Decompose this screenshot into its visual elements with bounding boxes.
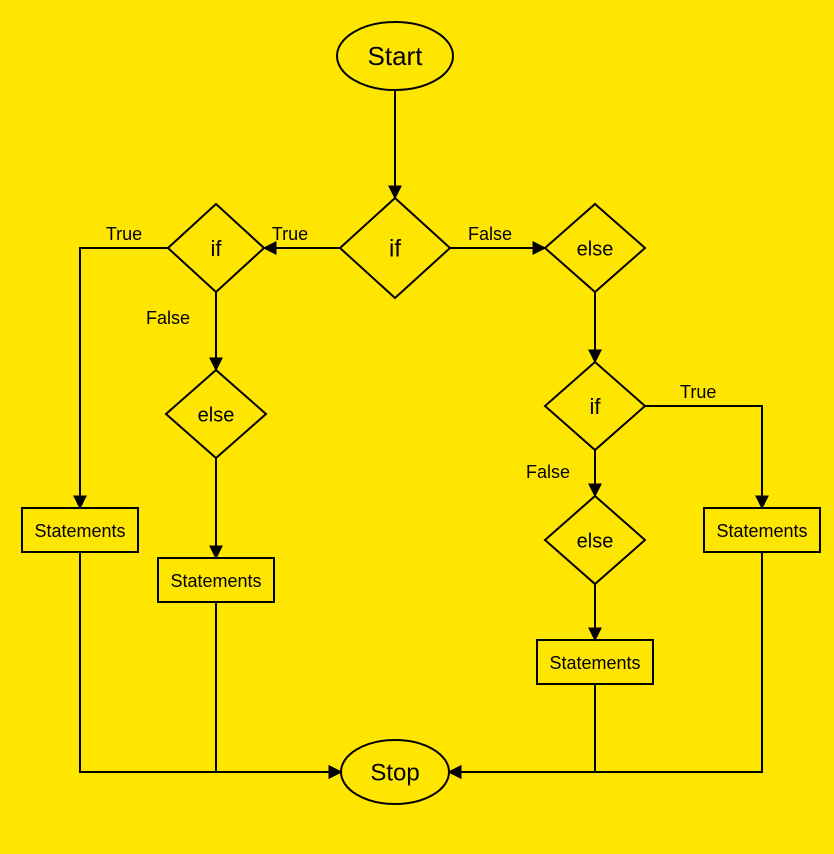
edge-ifleft-true	[80, 248, 168, 508]
statements-far-left-label: Statements	[34, 521, 125, 541]
else-right2-node: else	[545, 496, 645, 584]
else-left-node: else	[166, 370, 266, 458]
else-right2-label: else	[577, 530, 614, 552]
label-ifright2-true: True	[680, 382, 716, 402]
statements-far-right-label: Statements	[716, 521, 807, 541]
label-ifright2-false: False	[526, 462, 570, 482]
label-ifleft-false: False	[146, 308, 190, 328]
stop-label: Stop	[370, 759, 419, 786]
label-ifleft-true: True	[106, 224, 142, 244]
if-left-node: if	[168, 204, 264, 292]
flowchart-svg: Start if if else else if else Statements…	[0, 0, 834, 854]
if-top-label: if	[389, 235, 401, 262]
if-top-node: if	[340, 198, 450, 298]
edge-stmt-left-to-stop	[216, 602, 341, 772]
edge-ifright2-true	[645, 406, 762, 508]
statements-right-label: Statements	[549, 653, 640, 673]
if-right2-node: if	[545, 362, 645, 450]
if-right2-label: if	[590, 394, 602, 419]
statements-left-node: Statements	[158, 558, 274, 602]
else-right-node: else	[545, 204, 645, 292]
statements-right-node: Statements	[537, 640, 653, 684]
edge-stmt-right-to-stop	[449, 684, 595, 772]
statements-far-left-node: Statements	[22, 508, 138, 552]
label-iftop-true: True	[272, 224, 308, 244]
label-iftop-false: False	[468, 224, 512, 244]
start-node: Start	[337, 22, 453, 90]
else-right-label: else	[577, 238, 614, 260]
start-label: Start	[368, 41, 424, 71]
else-left-label: else	[198, 404, 235, 426]
statements-left-label: Statements	[170, 571, 261, 591]
stop-node: Stop	[341, 740, 449, 804]
if-left-label: if	[211, 236, 223, 261]
statements-far-right-node: Statements	[704, 508, 820, 552]
